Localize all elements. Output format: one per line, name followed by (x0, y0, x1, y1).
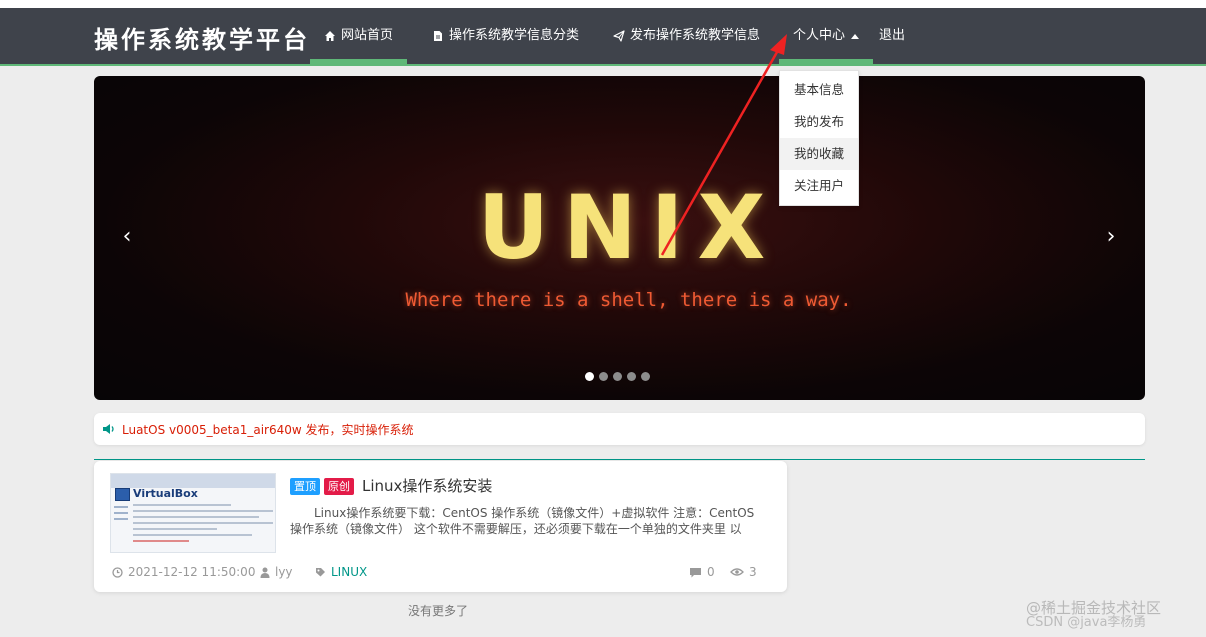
post-views: 3 (730, 565, 757, 579)
carousel-dot[interactable] (599, 372, 608, 381)
post-date: 2021-12-12 11:50:00 (112, 565, 255, 579)
carousel-dot[interactable] (627, 372, 636, 381)
nav-personal-center-label: 个人中心 (793, 28, 846, 43)
window-top-strip (0, 0, 1206, 8)
post-tag: LINUX (315, 565, 367, 579)
nav-publish-label: 发布操作系统教学信息 (630, 28, 761, 43)
post-comments: 0 (689, 565, 715, 579)
file-icon (434, 31, 442, 41)
thumbnail-sidebar (114, 506, 128, 524)
post-title[interactable]: Linux操作系统安装 (362, 475, 492, 496)
post-summary: Linux操作系统要下载：CentOS 操作系统（镜像文件）+虚拟软件 注意：C… (290, 506, 755, 536)
tag-icon (316, 567, 325, 576)
eye-icon (730, 568, 744, 576)
dropdown-item-my-posts[interactable]: 我的发布 (780, 106, 858, 138)
banner-headline: UNIX (477, 176, 780, 279)
carousel-prev-button[interactable]: ‹ (117, 224, 137, 250)
thumbnail-content (133, 504, 273, 546)
speaker-icon (103, 424, 114, 434)
carousel-dot[interactable] (585, 372, 594, 381)
original-badge: 原创 (324, 478, 354, 495)
post-author-text[interactable]: lyy (275, 565, 293, 579)
nav-categories-label: 操作系统教学信息分类 (449, 28, 580, 43)
nav-logout[interactable]: 退出 (865, 8, 919, 64)
thumbnail-toolbar (111, 474, 275, 488)
carousel-indicators (585, 372, 650, 381)
dropdown-item-basic-info[interactable]: 基本信息 (780, 74, 858, 106)
clock-icon (112, 566, 123, 578)
notice-bar: LuatOS v0005_beta1_air640w 发布，实时操作系统 (94, 413, 1145, 445)
caret-up-icon (851, 33, 860, 39)
paper-plane-icon (613, 30, 625, 42)
virtualbox-logo-icon (115, 488, 130, 501)
nav-home-label: 网站首页 (341, 28, 394, 43)
user-icon (260, 567, 270, 578)
watermark-csdn: CSDN @java李杨勇 (1026, 615, 1147, 630)
site-brand[interactable]: 操作系统教学平台 (94, 20, 310, 55)
list-divider (94, 459, 1145, 460)
comment-icon (690, 567, 701, 577)
carousel-next-button[interactable]: › (1101, 224, 1121, 250)
post-tag-text[interactable]: LINUX (331, 565, 367, 579)
top-navbar: 操作系统教学平台 网站首页 操作系统教学信息分类 发布操作系统教学信息 个人中心… (0, 8, 1206, 66)
post-thumbnail[interactable]: VirtualBox (110, 473, 276, 553)
pinned-badge: 置顶 (290, 478, 320, 495)
nav-categories[interactable]: 操作系统教学信息分类 (418, 8, 593, 64)
banner-tagline: Where there is a shell, there is a way. (405, 289, 852, 311)
post-date-text: 2021-12-12 11:50:00 (128, 565, 256, 579)
post-card[interactable]: VirtualBox 置顶 原创 Linux操作系统安装 Linux操作系统要下… (94, 461, 787, 592)
home-icon (325, 31, 335, 41)
nav-logout-label: 退出 (879, 28, 906, 43)
nav-personal-center[interactable]: 个人中心 (779, 8, 874, 64)
post-comments-count: 0 (707, 565, 715, 579)
banner-carousel[interactable]: UNIX Where there is a shell, there is a … (94, 76, 1145, 400)
post-author: lyy (260, 565, 293, 579)
post-views-count: 3 (749, 565, 757, 579)
dropdown-item-my-favorites[interactable]: 我的收藏 (780, 138, 858, 170)
no-more-text: 没有更多了 (408, 604, 469, 618)
dropdown-item-followed-users[interactable]: 关注用户 (780, 170, 858, 202)
nav-publish[interactable]: 发布操作系统教学信息 (599, 8, 774, 64)
personal-center-dropdown: 基本信息 我的发布 我的收藏 关注用户 (779, 70, 859, 206)
carousel-dot[interactable] (641, 372, 650, 381)
thumbnail-logo-text: VirtualBox (133, 487, 198, 500)
nav-home[interactable]: 网站首页 (310, 8, 408, 64)
carousel-dot[interactable] (613, 372, 622, 381)
notice-text[interactable]: LuatOS v0005_beta1_air640w 发布，实时操作系统 (122, 421, 414, 438)
